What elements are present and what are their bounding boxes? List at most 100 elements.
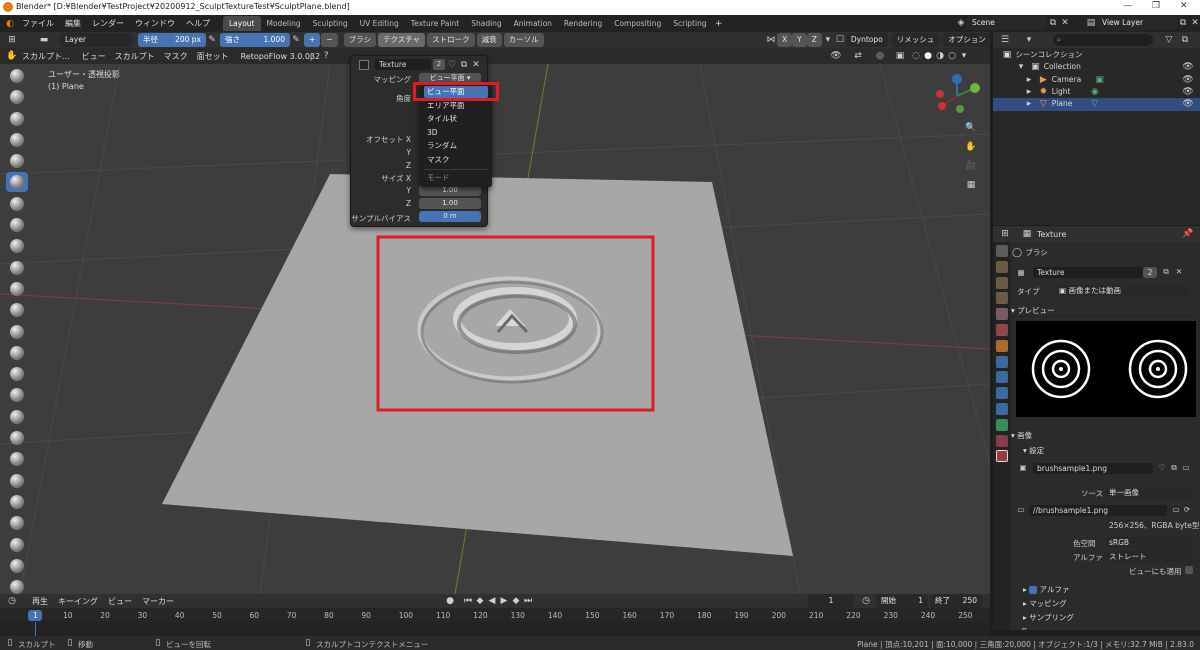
properties-editor-icon[interactable]: ⊞ [999,228,1011,240]
fake-user-icon[interactable]: ♡ [1156,462,1168,474]
symmetry-options-icon[interactable]: ▾ [822,34,834,46]
cursor-menu[interactable]: カーソル [503,33,544,47]
new-texture-icon[interactable]: ⧉ [1160,266,1172,278]
view-layer-selector[interactable]: View Layer [1097,16,1177,30]
timeline-editor-icon[interactable]: ◷ [6,595,18,607]
editor-type-icon[interactable]: ⊞ [6,34,18,46]
gizmo-toggle-icon[interactable]: ⇄ [852,50,864,62]
outliner-item-collection[interactable]: ▾ ▣ Collection 👁 [993,61,1200,74]
tool-grab[interactable] [6,385,28,405]
color-subsection[interactable]: ▸ 色 [1011,625,1196,630]
mapping-subsection[interactable]: ▸ マッピング [1011,597,1196,610]
camera-data-icon[interactable]: ▣ [1094,74,1106,86]
menu-mask[interactable]: マスク [164,51,188,62]
light-data-icon[interactable]: ◉ [1089,86,1101,98]
current-frame-field[interactable]: 1 [808,594,854,608]
overlay-toggle-icon[interactable]: ◎ [874,50,886,62]
record-icon[interactable]: ● [444,595,456,607]
fake-user-icon[interactable]: ♡ [446,59,458,71]
close-icon[interactable]: ✕ [1180,1,1188,11]
tab-sculpting[interactable]: Sculpting [307,16,354,31]
unlink-texture-icon[interactable]: ✕ [470,59,482,71]
remesh-menu[interactable]: リメッシュ [891,33,940,47]
mapping-option-random[interactable]: ランダム [424,140,488,152]
3d-viewport[interactable]: ユーザー・透視投影 (1) Plane 🔍 ✋ 🎥 ▦ [0,64,990,594]
filter-icon[interactable]: ▽ [1163,34,1175,46]
tool-fill[interactable] [6,300,28,320]
outliner-editor-icon[interactable]: ☰ [999,34,1011,46]
expand-arrow-icon[interactable]: ▸ [1023,98,1035,110]
type-select[interactable]: ▣ 画像または動画 [1055,285,1190,296]
outliner-item-light[interactable]: ▸ ✹ Light ◉ 👁 [993,86,1200,99]
xray-icon[interactable]: ▣ [894,50,906,62]
tab-rendering[interactable]: Rendering [558,16,608,31]
constraints-tab-icon[interactable] [996,402,1008,415]
scene-tab-icon[interactable] [996,308,1008,321]
modifier-tab-icon[interactable] [996,355,1008,368]
add-workspace-icon[interactable]: + [713,18,725,30]
image-name-field[interactable]: brushsample1.png [1033,463,1153,474]
tool-draw-sharp[interactable] [6,87,28,107]
tab-modeling[interactable]: Modeling [261,16,307,31]
scene-icon[interactable]: ◈ [955,17,967,29]
next-keyframe-icon[interactable]: ◆ [510,595,522,607]
tool-inflate[interactable] [6,194,28,214]
menu-window[interactable]: ウィンドウ [135,18,175,29]
outliner-scene-collection[interactable]: ▣ シーンコレクション [993,49,1200,62]
output-tab-icon[interactable] [996,276,1008,289]
filepath-field[interactable]: //brushsample1.png [1029,505,1167,516]
new-texture-icon[interactable]: ⧉ [458,59,470,71]
view-layer-icon[interactable]: ▤ [1085,17,1097,29]
blender-menu-icon[interactable]: ◐ [4,18,16,30]
tab-scripting[interactable]: Scripting [667,16,712,31]
texture-menu[interactable]: テクスチャ [377,33,426,47]
image-section-header[interactable]: ▾ 画像 [1011,429,1196,442]
texture-type-icon[interactable] [359,60,369,70]
texture-name-field[interactable]: Texture [1033,267,1143,278]
outliner-search-input[interactable]: ⌕ [1053,34,1153,46]
outliner-item-camera[interactable]: ▸ ▶ Camera ▣ 👁 [993,74,1200,87]
preview-range-icon[interactable]: ◷ [860,595,872,607]
start-frame-field[interactable]: 開始 1 [876,594,928,608]
brush-name-field[interactable]: Layer [60,33,132,47]
tool-slide-relax[interactable] [6,535,28,555]
wireframe-shading-icon[interactable]: ◌ [910,50,922,62]
colorspace-select[interactable]: sRGB [1105,537,1193,548]
size-z-field[interactable]: 1.00 [419,198,481,209]
tool-tab-icon[interactable] [996,245,1008,257]
tool-clay-strips[interactable] [6,130,28,150]
source-select[interactable]: 単一画像 [1105,487,1193,498]
menu-face-sets[interactable]: 面セット [197,51,229,62]
perspective-toggle-icon[interactable]: ▦ [965,179,977,191]
new-collection-icon[interactable]: ⧉ [1179,34,1191,46]
play-reverse-icon[interactable]: ◀ [486,595,498,607]
minimize-icon[interactable]: — [1123,1,1132,11]
shading-options-icon[interactable]: ▾ [958,50,970,62]
tab-animation[interactable]: Animation [508,16,558,31]
scene-browse-icon[interactable]: ⧉ [1047,17,1059,29]
tool-flatten[interactable] [6,279,28,299]
tool-snake-hook[interactable] [6,428,28,448]
radius-field[interactable]: 半径 200 px [138,33,206,47]
texture-properties-tab-icon[interactable] [996,450,1008,463]
menu-edit[interactable]: 編集 [65,18,81,29]
popup-users-count[interactable]: 2 [433,59,445,70]
tab-shading[interactable]: Shading [465,16,507,31]
alpha-subsection[interactable]: ▸ アルファ [1011,583,1196,596]
direction-subtract-button[interactable]: − [321,33,338,47]
expand-arrow-icon[interactable]: ▾ [1015,61,1027,73]
options-menu[interactable]: オプション [943,33,991,47]
camera-view-icon[interactable]: 🎥 [965,160,977,172]
mode-selector[interactable]: スカルプト... [22,51,70,62]
retopoflow-button[interactable]: RetopoFlow 3.0.0β2 [241,52,320,61]
pan-hand-icon[interactable]: ✋ [965,141,977,153]
expand-arrow-icon[interactable]: ▸ [1023,74,1035,86]
mapping-option-3d[interactable]: 3D [424,127,488,139]
pin-icon[interactable]: 📌 [1182,228,1194,240]
menu-file[interactable]: ファイル [22,18,54,29]
tool-nudge[interactable] [6,492,28,512]
visibility-eye-icon[interactable]: 👁 [1182,74,1194,86]
visibility-icon[interactable]: 👁 [830,50,842,62]
mapping-option-area-plane[interactable]: エリア平面 [424,100,488,112]
tool-blob[interactable] [6,215,28,235]
